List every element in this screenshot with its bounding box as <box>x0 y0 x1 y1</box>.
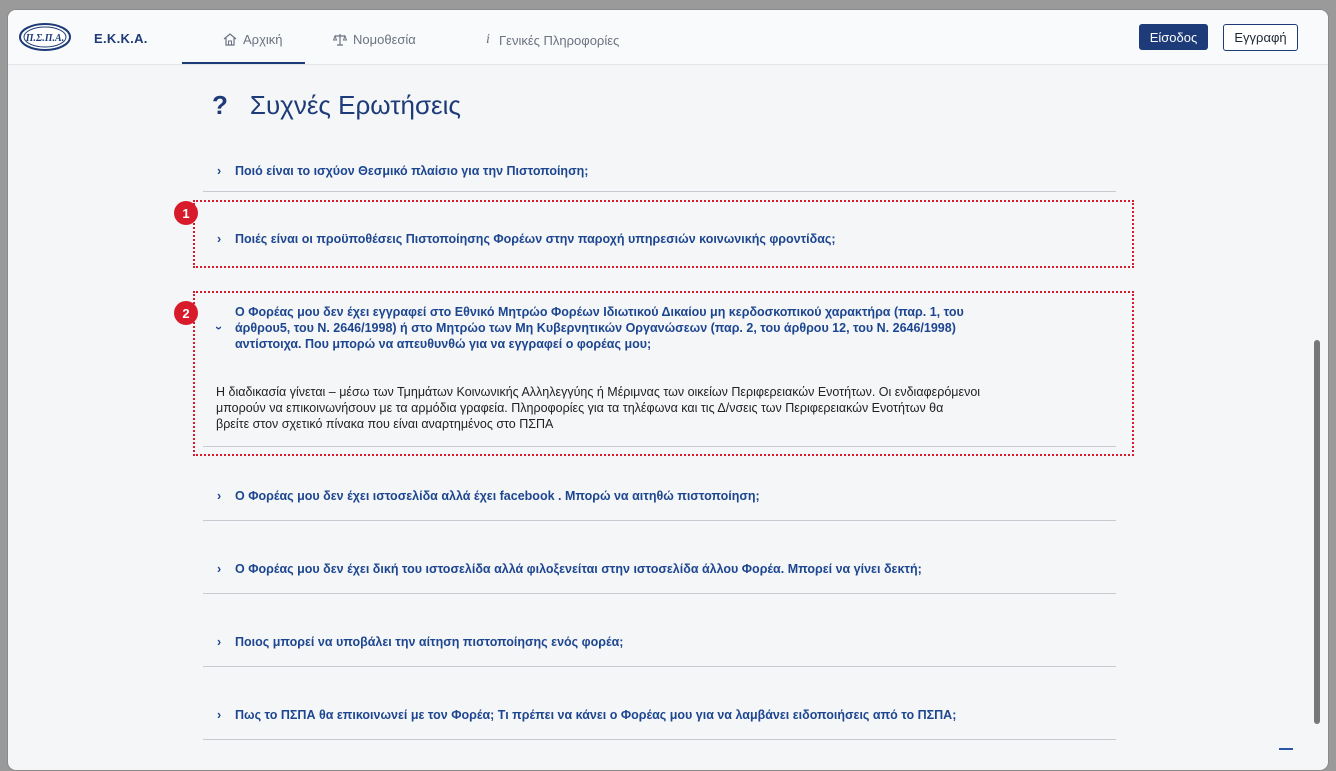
chevron-right-icon: › <box>217 489 222 503</box>
svg-text:Π.Σ.Π.Α.: Π.Σ.Π.Α. <box>25 33 64 44</box>
info-icon: i <box>486 32 490 47</box>
faq-question[interactable]: › Ο Φορέας μου δεν έχει δική του ιστοσελί… <box>217 561 922 577</box>
faq-question[interactable]: Ο Φορέας μου δεν έχει εγγραφεί στο Εθνικ… <box>212 304 1097 352</box>
faq-question[interactable]: › Πως το ΠΣΠΑ θα επικοινωνεί με τον Φορέα… <box>217 707 956 723</box>
login-button[interactable]: Είσοδος <box>1139 24 1208 50</box>
scrollbar-thumb[interactable] <box>1314 340 1320 724</box>
top-navigation-bar: Π.Σ.Π.Α. Ε.Κ.Κ.Α. Αρχική Νομοθεσία i Γεν… <box>8 10 1328 65</box>
brand-name[interactable]: Ε.Κ.Κ.Α. <box>94 31 148 46</box>
tab-home-label: Αρχική <box>243 32 283 47</box>
scales-icon <box>333 33 347 46</box>
faq-question[interactable]: › Ο Φορέας μου δεν έχει ιστοσελίδα αλλά έ… <box>217 488 760 504</box>
active-tab-indicator <box>182 62 305 64</box>
page-title: ? Συχνές Ερωτήσεις <box>212 90 461 121</box>
faq-answer: Η διαδικασία γίνεται – μέσω των Τμημάτων… <box>216 385 981 431</box>
faq-item[interactable]: › Ο Φορέας μου δεν έχει δική του ιστοσελί… <box>203 553 1116 594</box>
home-icon <box>223 33 237 46</box>
tab-legislation-label: Νομοθεσία <box>353 32 416 47</box>
page-title-text: Συχνές Ερωτήσεις <box>249 90 461 120</box>
chevron-right-icon: › <box>217 708 222 722</box>
chevron-right-icon: › <box>217 635 222 649</box>
faq-item[interactable]: › Ποιό είναι το ισχύον Θεσμικό πλαίσιο γι… <box>203 155 1116 192</box>
browser-window: Π.Σ.Π.Α. Ε.Κ.Κ.Α. Αρχική Νομοθεσία i Γεν… <box>8 10 1328 770</box>
chevron-right-icon: › <box>217 164 222 178</box>
faq-item[interactable]: › Πως το ΠΣΠΑ θα επικοινωνεί με τον Φορέα… <box>203 699 1116 740</box>
tab-legislation[interactable]: Νομοθεσία <box>333 32 416 47</box>
annotation-badge-1: 1 <box>174 201 198 225</box>
tab-general-info-label: Γενικές Πληροφορίες <box>499 32 620 48</box>
faq-item[interactable]: › Ποιές είναι οι προϋποθέσεις Πιστοποίηση… <box>203 220 1116 260</box>
annotation-badge-2: 2 <box>174 301 198 325</box>
faq-item[interactable]: › Ποιος μπορεί να υποβάλει την αίτηση πισ… <box>203 626 1116 667</box>
faq-item[interactable]: › Ο Φορέας μου δεν έχει ιστοσελίδα αλλά έ… <box>203 480 1116 521</box>
register-button[interactable]: Εγγραφή <box>1223 24 1298 51</box>
chevron-down-icon: › <box>212 325 227 331</box>
chevron-right-icon: › <box>217 232 222 246</box>
pspa-logo[interactable]: Π.Σ.Π.Α. <box>18 22 72 52</box>
faq-question[interactable]: › Ποιος μπορεί να υποβάλει την αίτηση πισ… <box>217 634 623 650</box>
chevron-right-icon: › <box>217 562 222 576</box>
tab-home[interactable]: Αρχική <box>223 32 283 47</box>
faq-question[interactable]: › Ποιό είναι το ισχύον Θεσμικό πλαίσιο γι… <box>217 163 588 179</box>
question-mark-icon: ? <box>212 90 228 120</box>
faq-question[interactable]: › Ποιές είναι οι προϋποθέσεις Πιστοποίηση… <box>217 231 836 247</box>
scroll-to-top-indicator[interactable] <box>1279 748 1293 750</box>
tab-general-info[interactable]: i Γενικές Πληροφορίες <box>483 32 619 48</box>
